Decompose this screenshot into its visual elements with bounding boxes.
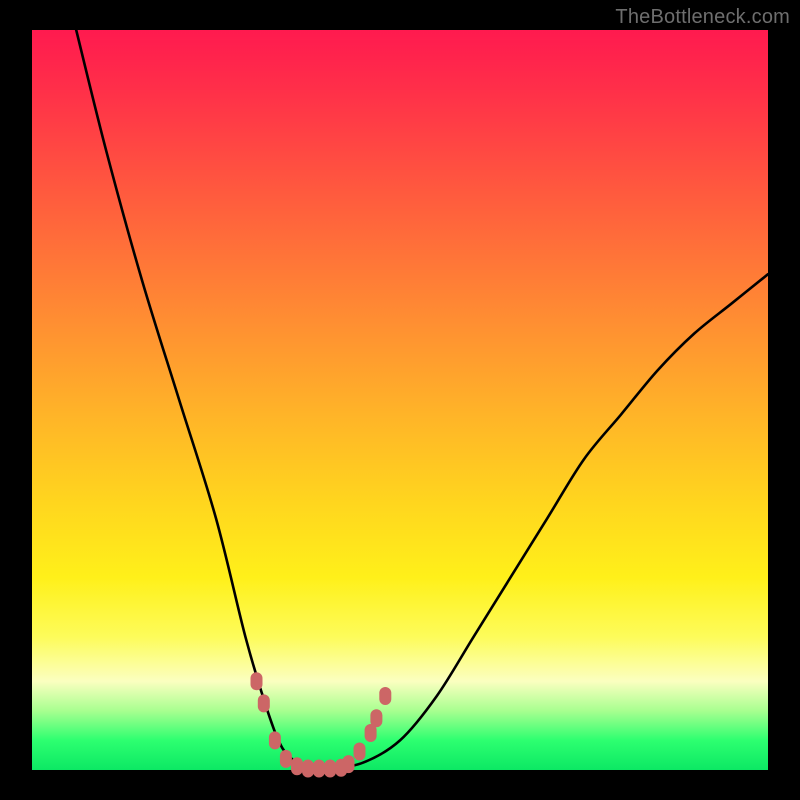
curve-marker: [370, 709, 382, 727]
curve-marker: [302, 760, 314, 778]
curve-marker: [354, 743, 366, 761]
curve-marker: [269, 731, 281, 749]
plot-area: [32, 30, 768, 770]
curve-marker: [280, 750, 292, 768]
curve-marker: [258, 694, 270, 712]
chart-frame: TheBottleneck.com: [0, 0, 800, 800]
curve-marker: [379, 687, 391, 705]
curve-marker: [313, 760, 325, 778]
bottleneck-curve: [76, 30, 768, 771]
curve-marker: [251, 672, 263, 690]
curve-marker: [343, 755, 355, 773]
bottleneck-curve-svg: [32, 30, 768, 770]
curve-marker: [291, 757, 303, 775]
curve-marker: [324, 760, 336, 778]
watermark-text: TheBottleneck.com: [615, 6, 790, 29]
